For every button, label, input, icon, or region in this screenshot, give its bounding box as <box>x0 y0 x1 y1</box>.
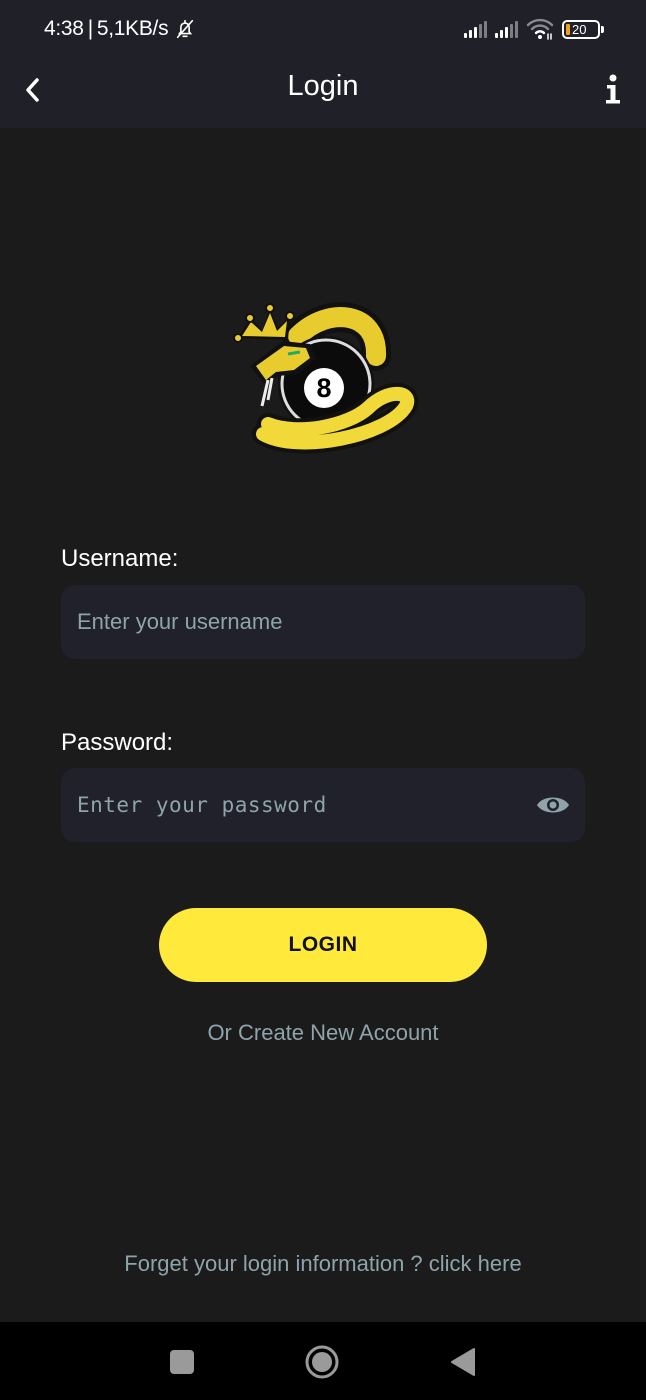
app-logo: 8 <box>228 296 418 456</box>
info-icon <box>606 74 620 104</box>
status-bar: 4:38 | 5,1KB/s 20 <box>0 0 646 56</box>
password-field[interactable] <box>61 768 585 842</box>
battery-icon: 20 <box>562 19 604 39</box>
status-separator: | <box>87 17 93 40</box>
username-input[interactable] <box>77 585 527 659</box>
recents-icon <box>170 1350 194 1374</box>
app-bar: Login <box>0 56 646 128</box>
username-field[interactable] <box>61 585 585 659</box>
ball-number: 8 <box>316 373 331 403</box>
signal-icon <box>495 20 518 38</box>
status-left: 4:38 | 5,1KB/s <box>44 17 196 41</box>
battery-level: 20 <box>572 21 587 37</box>
create-account-link[interactable]: Or Create New Account <box>0 1020 646 1046</box>
signal-icon <box>464 20 487 38</box>
info-button[interactable] <box>600 70 626 110</box>
home-button[interactable] <box>304 1344 340 1380</box>
wifi-icon <box>526 18 554 40</box>
network-speed: 5,1KB/s <box>96 17 169 40</box>
password-label: Password: <box>61 729 174 756</box>
forgot-login-link[interactable]: Forget your login information ? click he… <box>0 1251 646 1277</box>
status-right: 20 <box>464 18 604 40</box>
mute-bell-icon <box>174 18 196 40</box>
eye-icon <box>537 797 569 813</box>
login-screen: 4:38 | 5,1KB/s 20 Login 8 Username: Ente… <box>0 0 646 1400</box>
page-title: Login <box>287 70 359 102</box>
back-icon <box>451 1348 475 1376</box>
system-back-button[interactable] <box>444 1344 480 1380</box>
password-input[interactable] <box>77 768 527 842</box>
home-icon <box>305 1345 339 1379</box>
username-label: Username: <box>61 545 179 572</box>
status-time: 4:38 <box>44 17 84 40</box>
toggle-password-visibility-button[interactable] <box>535 788 571 822</box>
system-nav-bar <box>0 1322 646 1400</box>
recents-button[interactable] <box>164 1344 200 1380</box>
login-button[interactable]: LOGIN <box>159 908 487 982</box>
